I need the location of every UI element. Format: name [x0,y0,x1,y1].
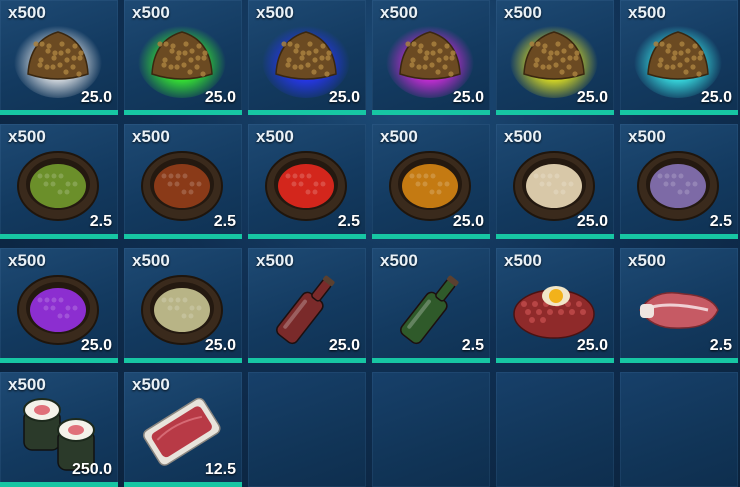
slot-bar [496,358,614,363]
slot-weight: 25.0 [452,213,484,230]
slot-kibble-basic[interactable]: x500 25.0 [0,0,118,115]
empty-slot[interactable] [372,372,490,487]
slot-weight: 25.0 [452,89,484,106]
slot-bowl-cream[interactable]: x500 25.0 [496,124,614,239]
slot-raw-patty[interactable]: x500 25.0 [496,248,614,363]
slot-bowl-brown[interactable]: x500 2.5 [124,124,242,239]
slot-bowl-lavender[interactable]: x500 2.5 [620,124,738,239]
slot-weight: 25.0 [80,337,112,354]
slot-weight: 25.0 [328,89,360,106]
slot-fish-fillet[interactable]: x500 12.5 [124,372,242,487]
slot-kibble-regular[interactable]: x500 25.0 [248,0,366,115]
slot-weight: 25.0 [576,213,608,230]
slot-bar [496,234,614,239]
slot-weight: 2.5 [89,213,112,230]
empty-slot[interactable] [248,372,366,487]
slot-sushi-rolls[interactable]: x500 250.0 [0,372,118,487]
slot-bowl-purple[interactable]: x500 25.0 [0,248,118,363]
slot-weight: 25.0 [80,89,112,106]
slot-bar [124,110,242,115]
slot-bar [620,234,738,239]
slot-bar [372,110,490,115]
slot-weight: 2.5 [337,213,360,230]
slot-bar [248,110,366,115]
slot-weight: 25.0 [328,337,360,354]
empty-slot[interactable] [620,372,738,487]
slot-raw-steak[interactable]: x500 2.5 [620,248,738,363]
slot-bar [0,110,118,115]
slot-bottle-red[interactable]: x500 25.0 [248,248,366,363]
slot-weight: 2.5 [709,337,732,354]
slot-bar [124,358,242,363]
slot-weight: 12.5 [204,461,236,478]
slot-bar [372,234,490,239]
slot-weight: 2.5 [709,213,732,230]
slot-bar [0,234,118,239]
slot-bar [0,482,118,487]
slot-bowl-red[interactable]: x500 2.5 [248,124,366,239]
slot-kibble-simple[interactable]: x500 25.0 [124,0,242,115]
slot-weight: 25.0 [576,89,608,106]
slot-bar [248,234,366,239]
slot-bottle-green[interactable]: x500 2.5 [372,248,490,363]
slot-bar [248,358,366,363]
slot-bowl-orange[interactable]: x500 25.0 [372,124,490,239]
slot-bar [620,110,738,115]
slot-bowl-green[interactable]: x500 2.5 [0,124,118,239]
slot-bowl-stew[interactable]: x500 25.0 [124,248,242,363]
slot-weight: 250.0 [71,461,112,478]
slot-bar [124,234,242,239]
slot-bar [0,358,118,363]
slot-weight: 2.5 [461,337,484,354]
slot-bar [496,110,614,115]
slot-weight: 25.0 [204,89,236,106]
slot-bar [372,358,490,363]
slot-kibble-extraordinary[interactable]: x500 25.0 [620,0,738,115]
slot-weight: 2.5 [213,213,236,230]
slot-weight: 25.0 [576,337,608,354]
slot-kibble-exceptional[interactable]: x500 25.0 [496,0,614,115]
slot-bar [124,482,242,487]
inventory-grid: x500 25.0 x500 25.0 x500 25.0 x500 25.0 x500 25.0… [0,0,740,487]
slot-weight: 25.0 [700,89,732,106]
slot-kibble-superior[interactable]: x500 25.0 [372,0,490,115]
slot-weight: 25.0 [204,337,236,354]
empty-slot[interactable] [496,372,614,487]
slot-bar [620,358,738,363]
